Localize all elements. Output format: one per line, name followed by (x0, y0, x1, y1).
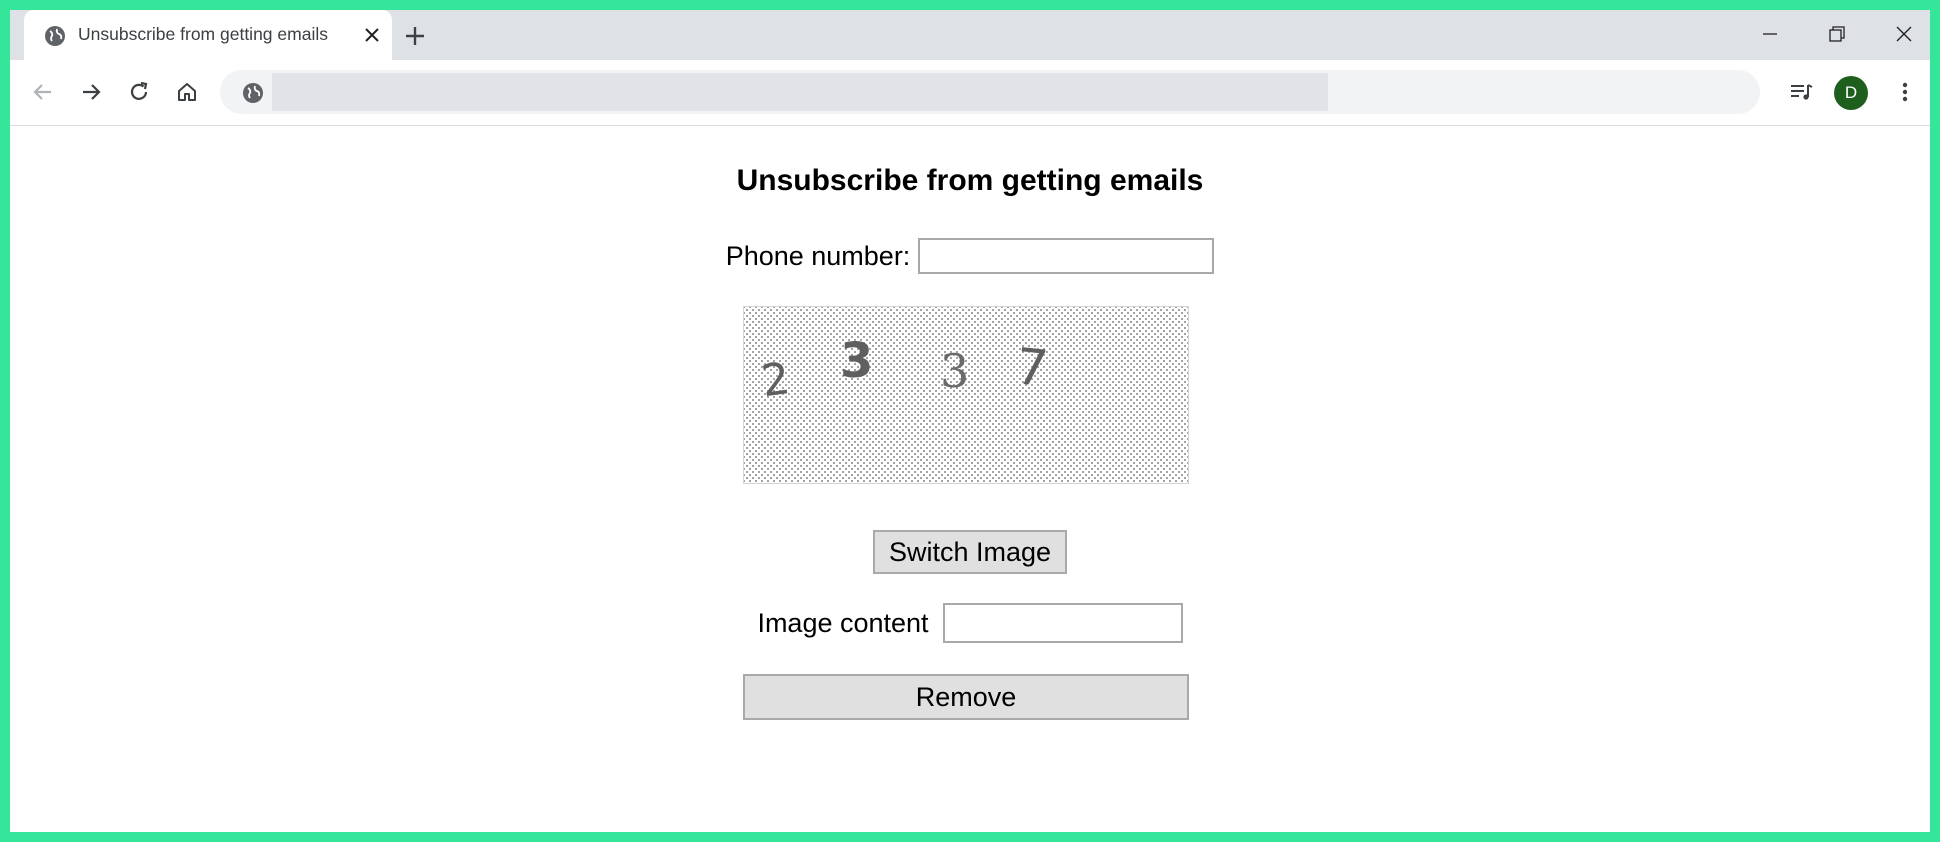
more-menu-icon[interactable] (1892, 79, 1918, 105)
image-content-input[interactable] (942, 603, 1183, 643)
new-tab-icon[interactable] (402, 23, 428, 49)
captcha-digit: 7 (1013, 337, 1051, 398)
media-playlist-icon[interactable] (1788, 79, 1814, 105)
back-arrow-icon[interactable] (30, 79, 56, 105)
captcha-image: 2 3 3 7 (743, 306, 1189, 484)
close-window-icon[interactable] (1886, 19, 1922, 49)
home-icon[interactable] (174, 79, 200, 105)
image-content-label: Image content (757, 607, 929, 638)
minimize-icon[interactable] (1752, 19, 1788, 49)
globe-icon (45, 26, 65, 46)
browser-toolbar: D (10, 60, 1930, 126)
profile-avatar[interactable]: D (1834, 76, 1868, 110)
reload-icon[interactable] (126, 79, 152, 105)
forward-arrow-icon[interactable] (78, 79, 104, 105)
page-content: Unsubscribe from getting emails Phone nu… (10, 126, 1930, 832)
phone-number-input[interactable] (918, 238, 1215, 274)
tab-title: Unsubscribe from getting emails (78, 24, 328, 44)
site-info-icon[interactable] (242, 82, 264, 104)
captcha-digit: 2 (758, 353, 793, 407)
image-content-row: Image content (10, 602, 1930, 644)
address-bar[interactable] (220, 70, 1760, 114)
url-text[interactable] (272, 73, 1328, 111)
page-title: Unsubscribe from getting emails (736, 164, 1204, 197)
switch-image-button[interactable]: Switch Image (873, 530, 1067, 574)
restore-icon[interactable] (1818, 19, 1854, 49)
phone-row: Phone number: (10, 236, 1930, 276)
tab-active[interactable]: Unsubscribe from getting emails (24, 10, 392, 60)
close-tab-icon[interactable] (362, 25, 382, 45)
tab-strip: Unsubscribe from getting emails (10, 10, 1930, 60)
captcha-digit: 3 (840, 333, 873, 389)
captcha-digit: 3 (940, 344, 969, 398)
captcha-digits: 2 3 3 7 (758, 333, 1051, 407)
remove-button[interactable]: Remove (743, 674, 1189, 720)
phone-label: Phone number: (725, 240, 911, 271)
browser-window: Unsubscribe from getting emails D Unsubs… (10, 10, 1930, 832)
